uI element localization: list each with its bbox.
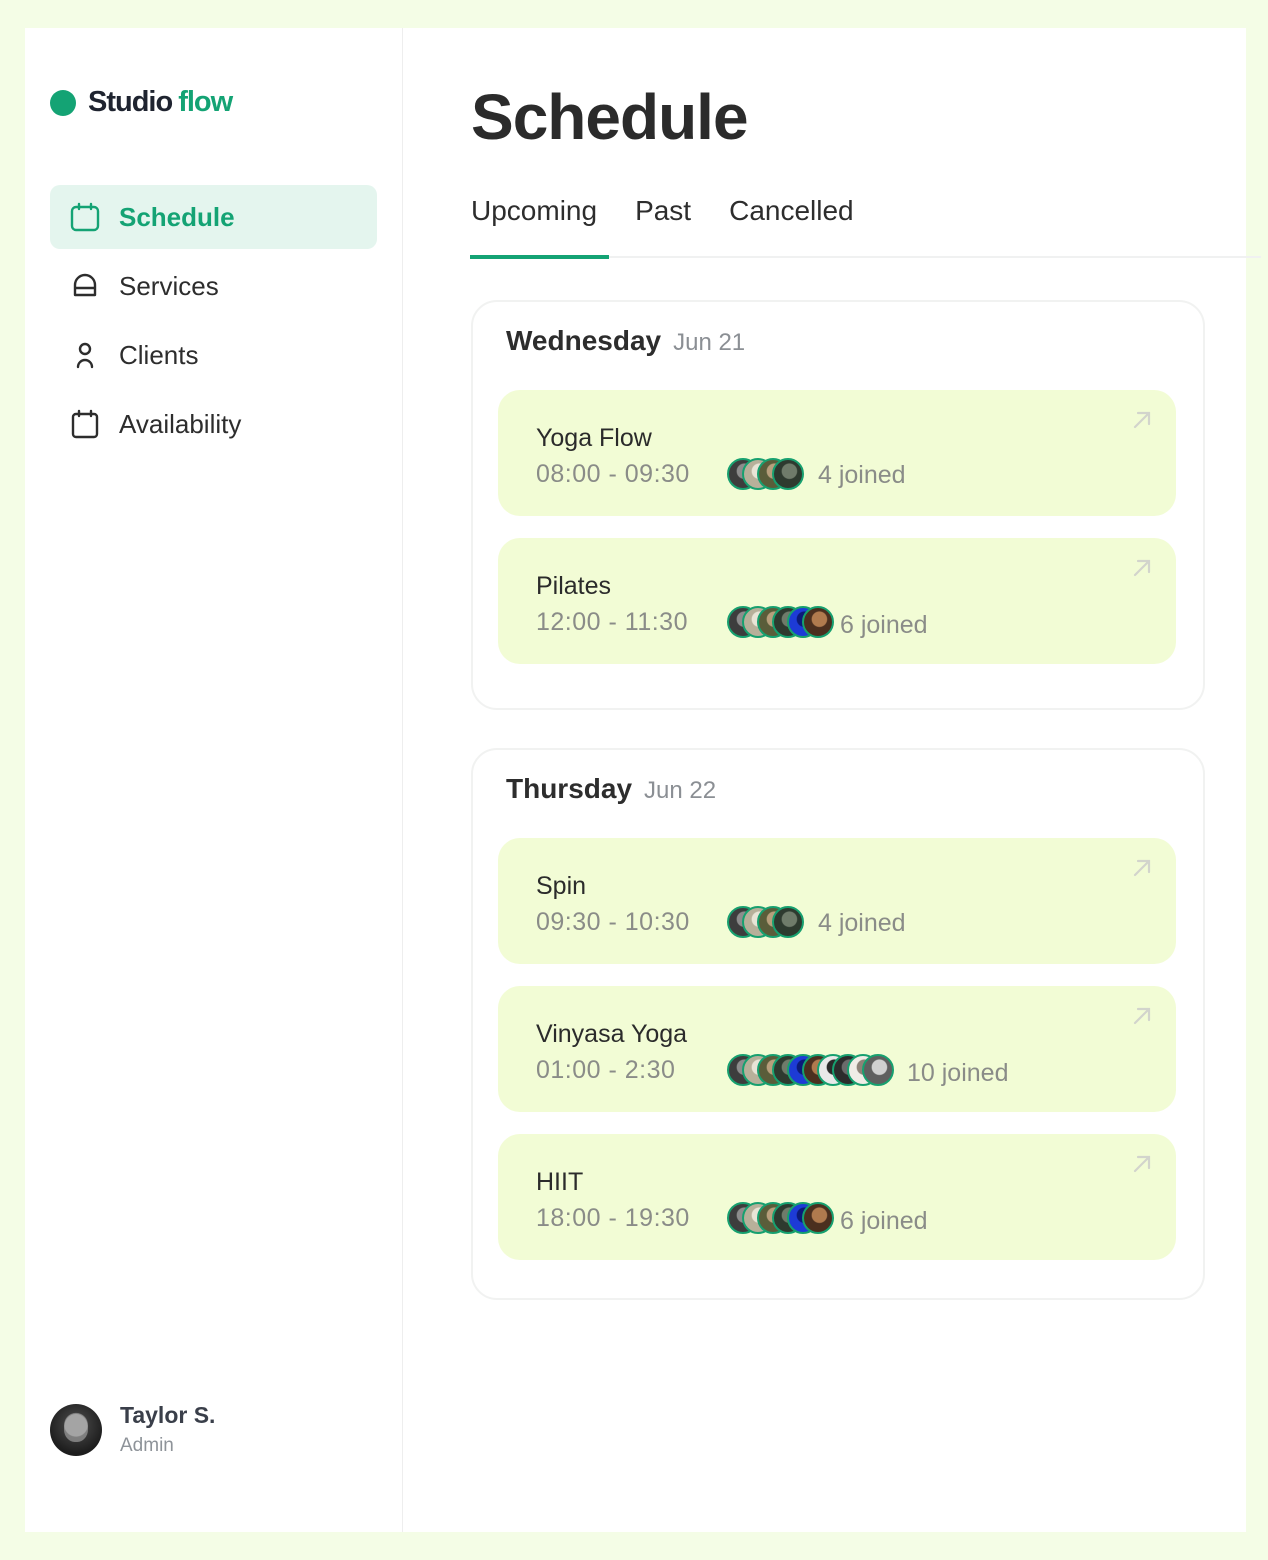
tab-bar: Upcoming Past Cancelled [469,192,1261,259]
session-name: Spin [536,872,587,900]
tab-upcoming[interactable]: Upcoming [469,192,610,259]
sidebar-item-label: Clients [119,339,199,370]
session-card-vinyasa-yoga[interactable]: Vinyasa Yoga 01:00 - 2:30 10 joined [498,986,1176,1112]
joined-count: 4 joined [818,461,906,489]
session-time: 18:00 - 19:30 [536,1204,690,1232]
arrow-up-right-icon[interactable] [1130,408,1154,432]
sidebar-item-label: Services [119,270,219,301]
session-name: Yoga Flow [536,424,652,452]
day-card-thursday: Thursday Jun 22 Spin 09:30 - 10:30 4 joi… [471,748,1205,1300]
session-card-hiit[interactable]: HIIT 18:00 - 19:30 6 joined [498,1134,1176,1260]
brand-name: Studio flow [88,86,233,118]
session-time: 12:00 - 11:30 [536,608,688,636]
day-date: Jun 22 [644,777,717,804]
sidebar-item-clients[interactable]: Clients [50,323,377,387]
sidebar-item-label: Schedule [119,201,235,232]
avatar [50,1403,102,1456]
participant-avatar [802,606,834,638]
calendar-outline-icon [70,409,100,439]
joined-count: 6 joined [840,1207,928,1235]
arrow-up-right-icon[interactable] [1130,556,1154,580]
arrow-up-right-icon[interactable] [1130,856,1154,880]
day-header: Thursday Jun 22 [506,773,716,805]
tab-cancelled[interactable]: Cancelled [729,192,854,256]
session-time: 08:00 - 09:30 [536,460,690,488]
user-profile[interactable]: Taylor S. Admin [50,1402,215,1457]
joined-count: 10 joined [907,1059,1009,1087]
session-card-pilates[interactable]: Pilates 12:00 - 11:30 6 joined [498,538,1176,664]
sidebar-item-services[interactable]: Services [50,254,377,318]
arrow-up-right-icon[interactable] [1130,1152,1154,1176]
user-role: Admin [120,1435,174,1456]
session-name: HIIT [536,1168,584,1196]
sidebar: Studio flow Schedule Services Clients Av… [25,28,403,1532]
sidebar-item-label: Availability [119,408,242,439]
session-time: 09:30 - 10:30 [536,908,690,936]
main-content: Schedule Upcoming Past Cancelled Wednesd… [469,28,1261,1532]
tab-past[interactable]: Past [635,192,691,256]
helmet-icon [70,271,100,301]
day-header: Wednesday Jun 21 [506,325,745,357]
session-card-yoga-flow[interactable]: Yoga Flow 08:00 - 09:30 4 joined [498,390,1176,516]
arrow-up-right-icon[interactable] [1130,1004,1154,1028]
brand-logo[interactable]: Studio flow [50,86,233,119]
brand-dot-icon [50,89,76,116]
user-name: Taylor S. [120,1402,216,1428]
page-title: Schedule [471,81,749,153]
session-name: Vinyasa Yoga [536,1020,688,1048]
sidebar-nav: Schedule Services Clients Availability [50,185,377,461]
sidebar-item-schedule[interactable]: Schedule [50,185,377,249]
joined-count: 6 joined [840,611,928,639]
day-name: Thursday [506,773,633,804]
session-card-spin[interactable]: Spin 09:30 - 10:30 4 joined [498,838,1176,964]
participant-avatar [772,458,804,490]
brand-accent: flow [178,86,233,118]
joined-count: 4 joined [818,909,906,937]
participant-avatar [802,1202,834,1234]
sidebar-item-availability[interactable]: Availability [50,392,377,456]
user-icon [70,340,100,370]
app-frame: Studio flow Schedule Services Clients Av… [25,28,1261,1532]
day-date: Jun 21 [673,329,746,356]
day-card-wednesday: Wednesday Jun 21 Yoga Flow 08:00 - 09:30… [471,300,1205,710]
participant-avatar [862,1054,894,1086]
participant-avatar [772,906,804,938]
day-name: Wednesday [506,325,662,356]
session-name: Pilates [536,572,612,600]
calendar-icon [70,202,100,232]
session-time: 01:00 - 2:30 [536,1056,676,1084]
